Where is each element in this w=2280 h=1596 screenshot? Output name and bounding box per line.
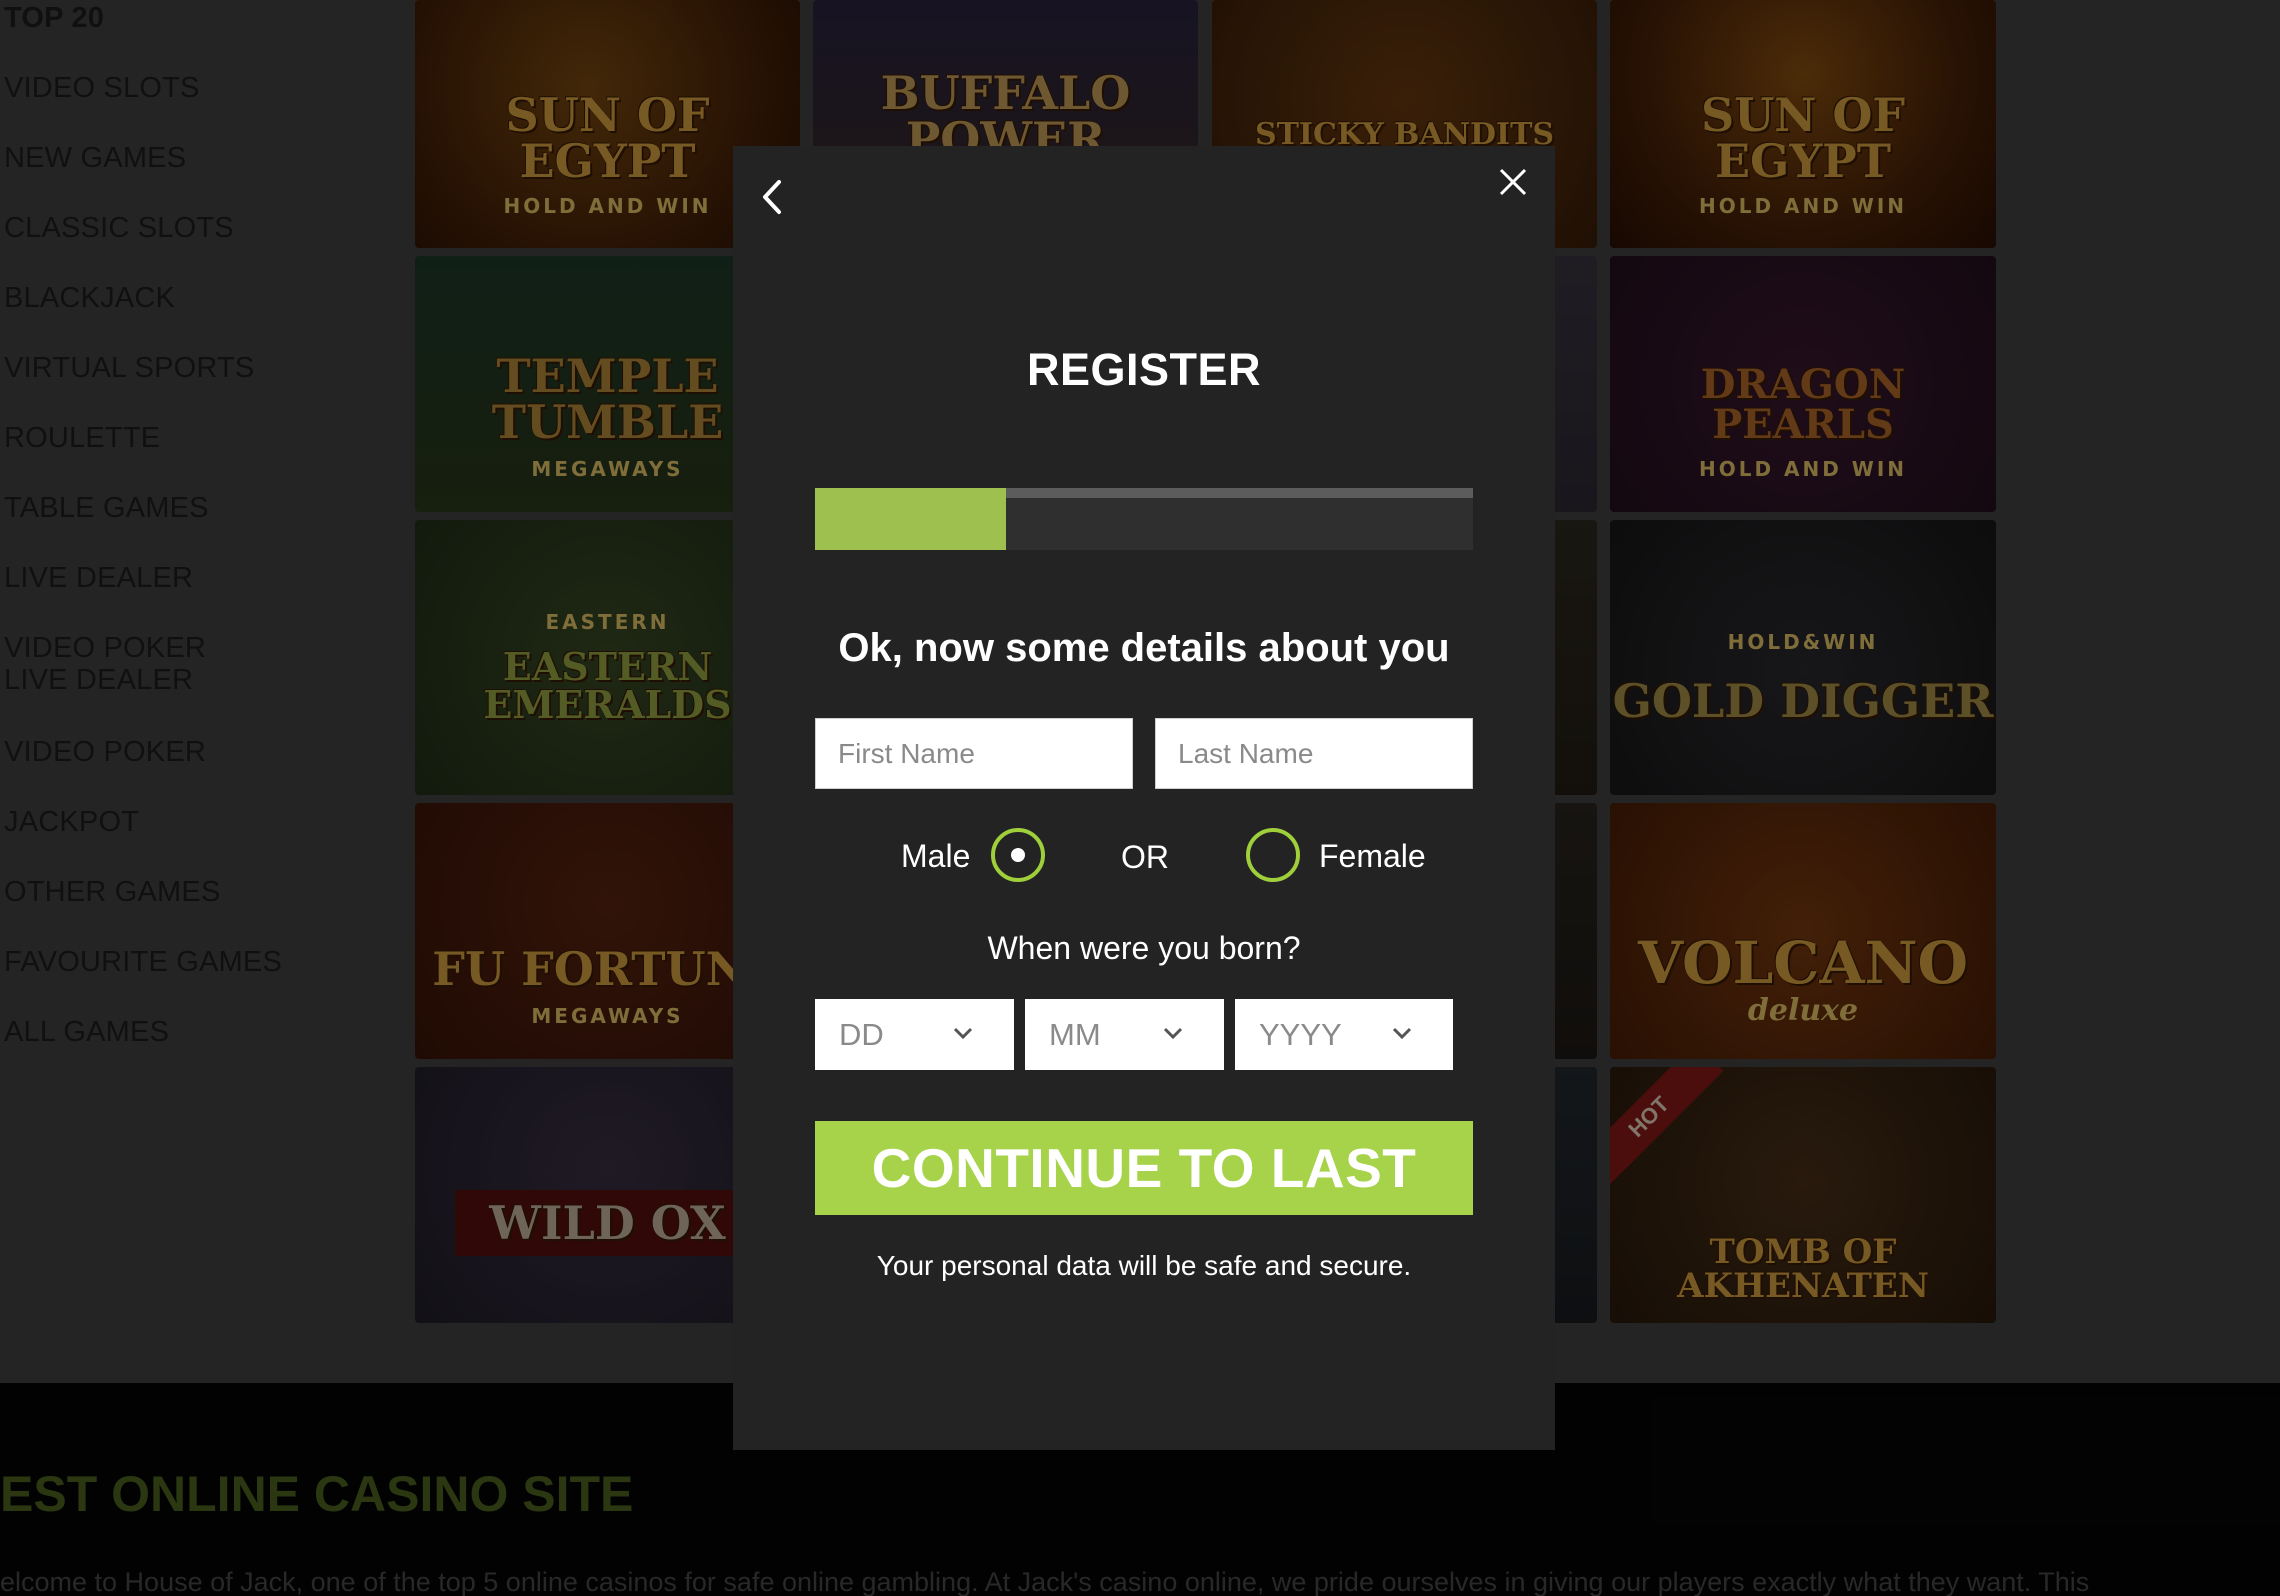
step-subheading: Ok, now some details about you (838, 626, 1450, 670)
close-icon (1499, 168, 1527, 196)
select-value: DD (839, 1017, 884, 1052)
security-note: Your personal data will be safe and secu… (876, 1250, 1412, 1281)
female-radio[interactable] (1246, 828, 1300, 882)
birth-day-select[interactable]: DD (815, 999, 1014, 1070)
progress-fill (815, 488, 1006, 550)
chevron-down-icon (1163, 1027, 1183, 1040)
radio-selected-dot (1011, 848, 1025, 862)
register-modal: REGISTER Ok, now some details about you … (733, 146, 1555, 1450)
male-radio[interactable] (991, 828, 1045, 882)
last-name-input[interactable] (1155, 718, 1473, 789)
birth-year-select[interactable]: YYYY (1235, 999, 1453, 1070)
select-value: MM (1049, 1017, 1101, 1052)
select-value: YYYY (1259, 1017, 1342, 1052)
continue-button[interactable]: CONTINUE TO LAST (815, 1121, 1473, 1215)
chevron-down-icon (953, 1027, 973, 1040)
male-label: Male (901, 838, 971, 874)
chevron-left-icon (763, 180, 781, 214)
chevron-down-icon (1392, 1027, 1412, 1040)
registration-progress-bar (815, 488, 1473, 550)
birthdate-label: When were you born? (987, 930, 1301, 966)
birth-month-select[interactable]: MM (1025, 999, 1224, 1070)
modal-title: REGISTER (1026, 344, 1262, 395)
close-button[interactable] (1493, 162, 1533, 202)
back-button[interactable] (749, 172, 799, 222)
female-label: Female (1319, 838, 1426, 874)
or-label: OR (1121, 839, 1169, 875)
first-name-input[interactable] (815, 718, 1133, 789)
